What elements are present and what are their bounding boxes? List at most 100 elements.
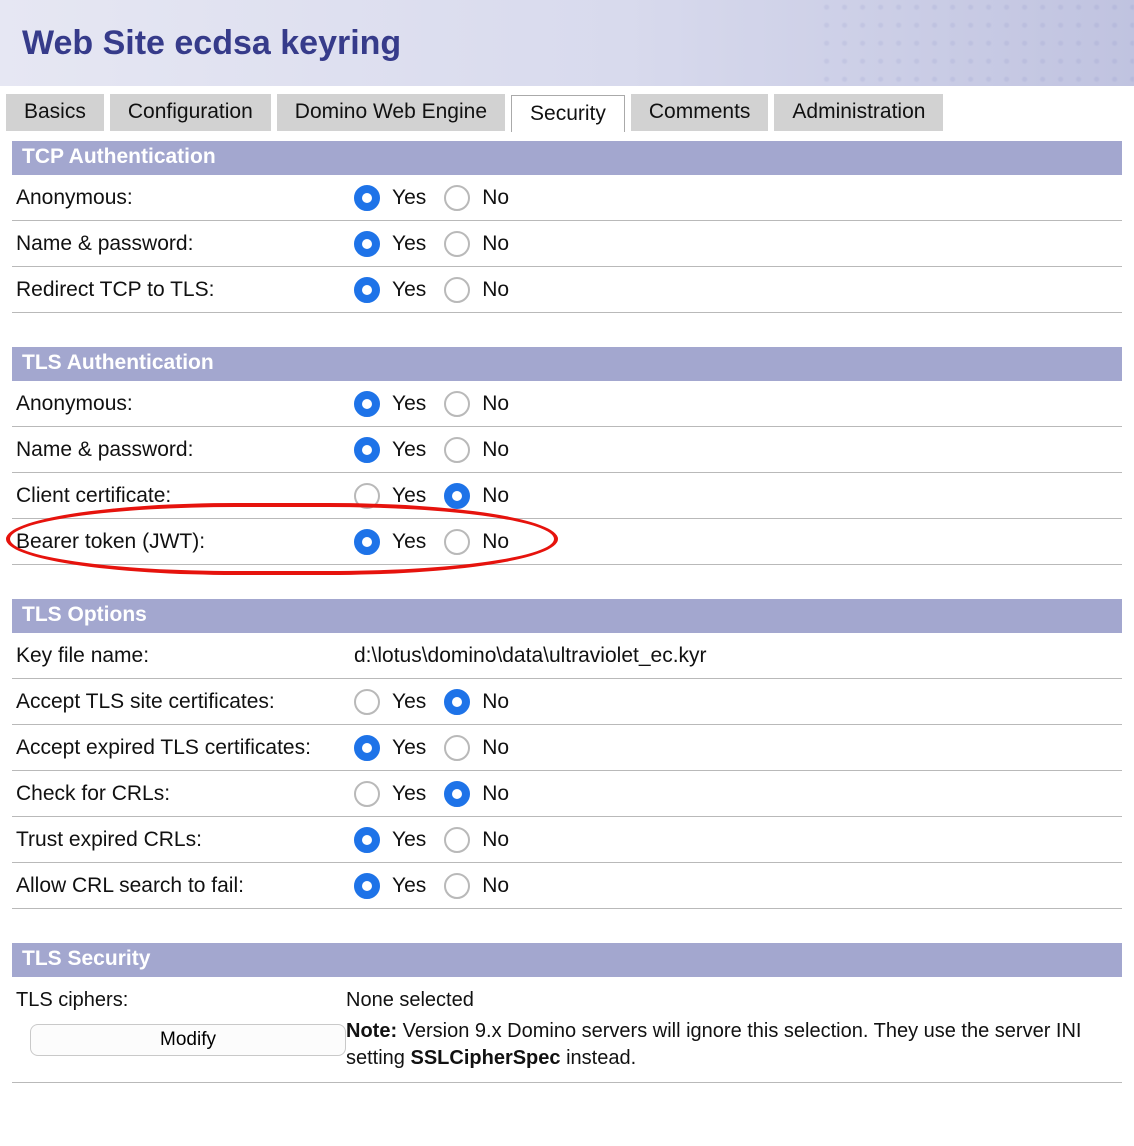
tab-security[interactable]: Security	[511, 95, 625, 132]
label-tls-ciphers: TLS ciphers:	[16, 985, 346, 1012]
row-bearer-token-jwt: Bearer token (JWT): Yes No	[12, 519, 1122, 565]
radio-redirect-tcp-to-tls-no[interactable]	[444, 277, 470, 303]
radio-trust-expired-crls-yes[interactable]	[354, 827, 380, 853]
section-header-tls-security: TLS Security	[12, 943, 1122, 977]
radio-name-password-no[interactable]	[444, 231, 470, 257]
label-trust-expired-crls: Trust expired CRLs:	[16, 828, 346, 852]
radio-group-name-password: Yes No	[354, 437, 515, 463]
radio-anonymous-yes[interactable]	[354, 185, 380, 211]
label-key-file-name: Key file name:	[16, 644, 346, 668]
section-header-tls-options: TLS Options	[12, 599, 1122, 633]
option-label-yes: Yes	[392, 874, 426, 898]
radio-name-password-yes[interactable]	[354, 437, 380, 463]
row-check-for-crls: Check for CRLs: Yes No	[12, 771, 1122, 817]
tls-ciphers-note: Note: Version 9.x Domino servers will ig…	[346, 1018, 1118, 1072]
option-label-yes: Yes	[392, 828, 426, 852]
radio-accept-tls-site-certificates-no[interactable]	[444, 689, 470, 715]
row-tls-ciphers: TLS ciphers: Modify None selected Note: …	[12, 977, 1122, 1083]
row-name-password: Name & password: Yes No	[12, 427, 1122, 473]
radio-name-password-yes[interactable]	[354, 231, 380, 257]
radio-anonymous-yes[interactable]	[354, 391, 380, 417]
option-label-yes: Yes	[392, 484, 426, 508]
row-anonymous: Anonymous: Yes No	[12, 381, 1122, 427]
label-anonymous: Anonymous:	[16, 392, 346, 416]
radio-group-bearer-token-jwt: Yes No	[354, 529, 515, 555]
row-client-certificate: Client certificate: Yes No	[12, 473, 1122, 519]
radio-accept-expired-tls-certificates-yes[interactable]	[354, 735, 380, 761]
tab-bar: BasicsConfigurationDomino Web EngineSecu…	[0, 86, 1134, 131]
radio-group-redirect-tcp-to-tls: Yes No	[354, 277, 515, 303]
option-label-yes: Yes	[392, 278, 426, 302]
option-label-no: No	[482, 232, 509, 256]
section-tls-security: TLS Security TLS ciphers: Modify None se…	[12, 943, 1122, 1083]
label-name-password: Name & password:	[16, 232, 346, 256]
radio-allow-crl-search-to-fail-no[interactable]	[444, 873, 470, 899]
option-label-no: No	[482, 392, 509, 416]
note-text-b: instead.	[561, 1047, 637, 1069]
label-accept-tls-site-certificates: Accept TLS site certificates:	[16, 690, 346, 714]
radio-accept-expired-tls-certificates-no[interactable]	[444, 735, 470, 761]
option-label-no: No	[482, 530, 509, 554]
page-banner: Web Site ecdsa keyring	[0, 0, 1134, 86]
section-tls-options: TLS Options Key file name: d:\lotus\domi…	[12, 599, 1122, 909]
label-name-password: Name & password:	[16, 438, 346, 462]
radio-group-trust-expired-crls: Yes No	[354, 827, 515, 853]
radio-name-password-no[interactable]	[444, 437, 470, 463]
row-trust-expired-crls: Trust expired CRLs: Yes No	[12, 817, 1122, 863]
label-check-for-crls: Check for CRLs:	[16, 782, 346, 806]
radio-client-certificate-no[interactable]	[444, 483, 470, 509]
option-label-yes: Yes	[392, 530, 426, 554]
radio-client-certificate-yes[interactable]	[354, 483, 380, 509]
radio-anonymous-no[interactable]	[444, 185, 470, 211]
tab-configuration[interactable]: Configuration	[110, 94, 271, 131]
row-name-password: Name & password: Yes No	[12, 221, 1122, 267]
radio-bearer-token-jwt-no[interactable]	[444, 529, 470, 555]
option-label-no: No	[482, 438, 509, 462]
label-redirect-tcp-to-tls: Redirect TCP to TLS:	[16, 278, 346, 302]
option-label-no: No	[482, 690, 509, 714]
tab-basics[interactable]: Basics	[6, 94, 104, 131]
label-allow-crl-search-to-fail: Allow CRL search to fail:	[16, 874, 346, 898]
row-allow-crl-search-to-fail: Allow CRL search to fail: YesNo	[12, 863, 1122, 909]
tab-domino-web-engine[interactable]: Domino Web Engine	[277, 94, 505, 131]
row-redirect-tcp-to-tls: Redirect TCP to TLS: Yes No	[12, 267, 1122, 313]
modify-button[interactable]: Modify	[30, 1024, 346, 1056]
option-label-no: No	[482, 484, 509, 508]
label-bearer-token-jwt: Bearer token (JWT):	[16, 530, 346, 554]
radio-group-client-certificate: Yes No	[354, 483, 515, 509]
option-label-yes: Yes	[392, 782, 426, 806]
radio-anonymous-no[interactable]	[444, 391, 470, 417]
option-label-yes: Yes	[392, 392, 426, 416]
note-ini-setting: SSLCipherSpec	[410, 1047, 560, 1069]
tab-comments[interactable]: Comments	[631, 94, 769, 131]
radio-bearer-token-jwt-yes[interactable]	[354, 529, 380, 555]
page-title: Web Site ecdsa keyring	[22, 24, 401, 63]
section-tls-authentication: TLS Authentication Anonymous:YesNoName &…	[12, 347, 1122, 565]
radio-trust-expired-crls-no[interactable]	[444, 827, 470, 853]
section-header-tls-authentication: TLS Authentication	[12, 347, 1122, 381]
label-client-certificate: Client certificate:	[16, 484, 346, 508]
radio-accept-tls-site-certificates-yes[interactable]	[354, 689, 380, 715]
option-label-no: No	[482, 782, 509, 806]
radio-allow-crl-search-to-fail-yes[interactable]	[354, 873, 380, 899]
option-label-yes: Yes	[392, 232, 426, 256]
radio-group-anonymous: Yes No	[354, 391, 515, 417]
radio-group-allow-crl-search-to-fail: YesNo	[354, 873, 515, 899]
note-prefix: Note:	[346, 1020, 397, 1042]
tab-administration[interactable]: Administration	[774, 94, 943, 131]
row-anonymous: Anonymous:YesNo	[12, 175, 1122, 221]
option-label-yes: Yes	[392, 186, 426, 210]
radio-group-accept-tls-site-certificates: Yes No	[354, 689, 515, 715]
radio-check-for-crls-yes[interactable]	[354, 781, 380, 807]
row-accept-expired-tls-certificates: Accept expired TLS certificates:YesNo	[12, 725, 1122, 771]
radio-group-anonymous: Yes No	[354, 185, 515, 211]
radio-check-for-crls-no[interactable]	[444, 781, 470, 807]
value-key-file-name: d:\lotus\domino\data\ultraviolet_ec.kyr	[354, 644, 1118, 668]
option-label-no: No	[482, 278, 509, 302]
option-label-no: No	[482, 828, 509, 852]
option-label-yes: Yes	[392, 690, 426, 714]
option-label-yes: Yes	[392, 438, 426, 462]
radio-group-name-password: Yes No	[354, 231, 515, 257]
radio-redirect-tcp-to-tls-yes[interactable]	[354, 277, 380, 303]
option-label-no: No	[482, 186, 509, 210]
